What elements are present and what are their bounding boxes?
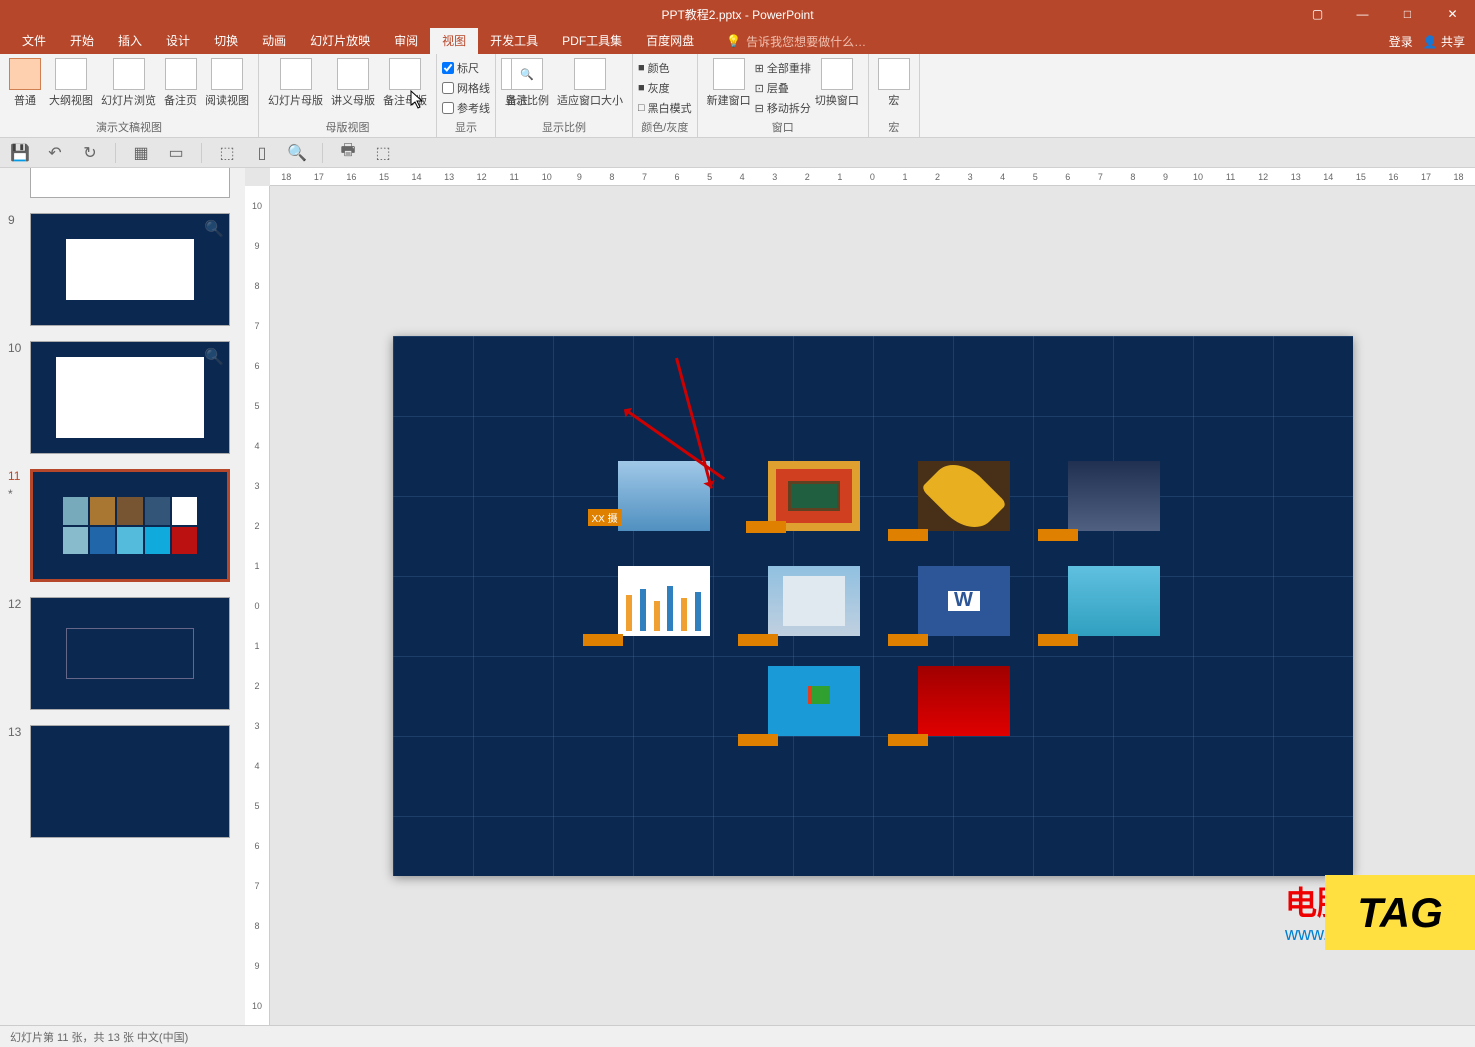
status-text: 幻灯片第 11 张，共 13 张 中文(中国) xyxy=(10,1029,188,1045)
tab-slideshow[interactable]: 幻灯片放映 xyxy=(298,28,382,54)
qat-icon-3[interactable]: ⬚ xyxy=(217,143,237,163)
slide-image-1[interactable]: XX 摄 xyxy=(618,461,710,531)
slide-image-2[interactable] xyxy=(768,461,860,531)
save-icon[interactable]: 💾 xyxy=(10,143,30,163)
undo-icon[interactable]: ↶ xyxy=(45,143,65,163)
tab-design[interactable]: 设计 xyxy=(154,28,202,54)
status-bar: 幻灯片第 11 张，共 13 张 中文(中国) xyxy=(0,1025,1475,1047)
slide-thumb-13[interactable]: 13 xyxy=(30,725,230,838)
restore-down-icon[interactable]: ▢ xyxy=(1295,0,1340,28)
color-button[interactable]: ■ 颜色 xyxy=(638,58,670,78)
login-link[interactable]: 登录 xyxy=(1389,33,1413,50)
tab-transition[interactable]: 切换 xyxy=(202,28,250,54)
slide-image-10[interactable] xyxy=(918,666,1010,736)
view-normal-button[interactable]: 普通 xyxy=(5,56,45,110)
group-window: 新建窗口 ⊞ 全部重排 ⊡ 层叠 ⊟ 移动拆分 切换窗口 窗口 xyxy=(698,54,869,137)
tab-file[interactable]: 文件 xyxy=(10,28,58,54)
slide-master-button[interactable]: 幻灯片母版 xyxy=(264,56,327,110)
slide-thumb[interactable] xyxy=(30,168,230,198)
tab-developer[interactable]: 开发工具 xyxy=(478,28,550,54)
slide-image-4[interactable] xyxy=(1068,461,1160,531)
slide-image-3[interactable] xyxy=(918,461,1010,531)
window-controls: ▢ — □ ✕ xyxy=(1295,0,1475,28)
window-title: PPT教程2.pptx - PowerPoint xyxy=(661,6,813,23)
macros-button[interactable]: 宏 xyxy=(874,56,914,110)
slide-thumb-12[interactable]: 12 xyxy=(30,597,230,710)
qat-icon-7[interactable]: ⬚ xyxy=(373,143,393,163)
blackwhite-button[interactable]: □ 黑白模式 xyxy=(638,98,692,118)
group-show: 标尺 网格线 参考线 备注 显示 xyxy=(437,54,496,137)
view-notespage-button[interactable]: 备注页 xyxy=(160,56,201,110)
gridlines xyxy=(393,336,1353,876)
slide-thumb-9[interactable]: 9 🔍 xyxy=(30,213,230,326)
qat-icon-2[interactable]: ▭ xyxy=(166,143,186,163)
ribbon: 普通 大纲视图 幻灯片浏览 备注页 阅读视图 演示文稿视图 幻灯片母版 讲义母版… xyxy=(0,54,1475,138)
slide-thumb-11[interactable]: 11 * xyxy=(30,469,230,582)
zoom-icon: 🔍 xyxy=(204,347,224,367)
ruler-checkbox[interactable]: 标尺 xyxy=(442,58,479,78)
tag-badge: TAG xyxy=(1325,875,1475,950)
slide-canvas[interactable]: XX 摄 W xyxy=(393,336,1353,876)
tab-review[interactable]: 审阅 xyxy=(382,28,430,54)
share-button[interactable]: 👤 共享 xyxy=(1423,33,1465,50)
fit-window-button[interactable]: 适应窗口大小 xyxy=(553,56,627,110)
tab-baidu[interactable]: 百度网盘 xyxy=(634,28,706,54)
guides-checkbox[interactable]: 参考线 xyxy=(442,98,490,118)
gridlines-checkbox[interactable]: 网格线 xyxy=(442,78,490,98)
handout-master-button[interactable]: 讲义母版 xyxy=(327,56,379,110)
vertical-ruler[interactable]: 10987654321012345678910 xyxy=(245,186,270,1025)
slide-image-9[interactable] xyxy=(768,666,860,736)
horizontal-ruler[interactable]: 1817161514131211109876543210123456789101… xyxy=(270,168,1475,186)
view-outline-button[interactable]: 大纲视图 xyxy=(45,56,97,110)
slide-image-6[interactable] xyxy=(768,566,860,636)
redo-icon[interactable]: ↻ xyxy=(80,143,100,163)
qat-icon-4[interactable]: ▯ xyxy=(252,143,272,163)
close-icon[interactable]: ✕ xyxy=(1430,0,1475,28)
slide-image-7[interactable]: W xyxy=(918,566,1010,636)
view-reading-button[interactable]: 阅读视图 xyxy=(201,56,253,110)
menu-bar: 文件 开始 插入 设计 切换 动画 幻灯片放映 审阅 视图 开发工具 PDF工具… xyxy=(0,28,1475,54)
cascade-button[interactable]: ⊡ 层叠 xyxy=(755,78,811,98)
view-sorter-button[interactable]: 幻灯片浏览 xyxy=(97,56,160,110)
notes-master-button[interactable]: 备注母版 xyxy=(379,56,431,110)
arrange-all-button[interactable]: ⊞ 全部重排 xyxy=(755,58,811,78)
slide-thumbnail-panel[interactable]: 9 🔍 10 🔍 11 * 12 xyxy=(0,168,245,1025)
tab-view[interactable]: 视图 xyxy=(430,28,478,54)
switch-windows-button[interactable]: 切换窗口 xyxy=(811,56,863,110)
grayscale-button[interactable]: ■ 灰度 xyxy=(638,78,670,98)
tab-home[interactable]: 开始 xyxy=(58,28,106,54)
tell-me-search[interactable]: 💡告诉我您想要做什么… xyxy=(726,33,866,50)
tab-insert[interactable]: 插入 xyxy=(106,28,154,54)
slide-thumb-10[interactable]: 10 🔍 xyxy=(30,341,230,454)
title-bar: PPT教程2.pptx - PowerPoint ▢ — □ ✕ xyxy=(0,0,1475,28)
main-area: 9 🔍 10 🔍 11 * 12 xyxy=(0,168,1475,1025)
qat-icon-6[interactable]: 🖶 xyxy=(338,143,358,163)
slide-image-5[interactable] xyxy=(618,566,710,636)
maximize-icon[interactable]: □ xyxy=(1385,0,1430,28)
quick-access-toolbar: 💾 ↶ ↻ ▦ ▭ ⬚ ▯ 🔍 🖶 ⬚ xyxy=(0,138,1475,168)
group-master-views: 幻灯片母版 讲义母版 备注母版 母版视图 xyxy=(259,54,437,137)
tab-pdf[interactable]: PDF工具集 xyxy=(550,28,634,54)
new-window-button[interactable]: 新建窗口 xyxy=(703,56,755,110)
group-macros: 宏 宏 xyxy=(869,54,920,137)
move-split-button[interactable]: ⊟ 移动拆分 xyxy=(755,98,811,118)
slide-image-8[interactable] xyxy=(1068,566,1160,636)
qat-icon-5[interactable]: 🔍 xyxy=(287,143,307,163)
group-presentation-views: 普通 大纲视图 幻灯片浏览 备注页 阅读视图 演示文稿视图 xyxy=(0,54,259,137)
zoom-icon: 🔍 xyxy=(204,219,224,239)
group-color: ■ 颜色 ■ 灰度 □ 黑白模式 颜色/灰度 xyxy=(633,54,698,137)
group-zoom: 🔍显示比例 适应窗口大小 显示比例 xyxy=(496,54,633,137)
qat-icon-1[interactable]: ▦ xyxy=(131,143,151,163)
tab-animation[interactable]: 动画 xyxy=(250,28,298,54)
minimize-icon[interactable]: — xyxy=(1340,0,1385,28)
zoom-button[interactable]: 🔍显示比例 xyxy=(501,56,553,110)
